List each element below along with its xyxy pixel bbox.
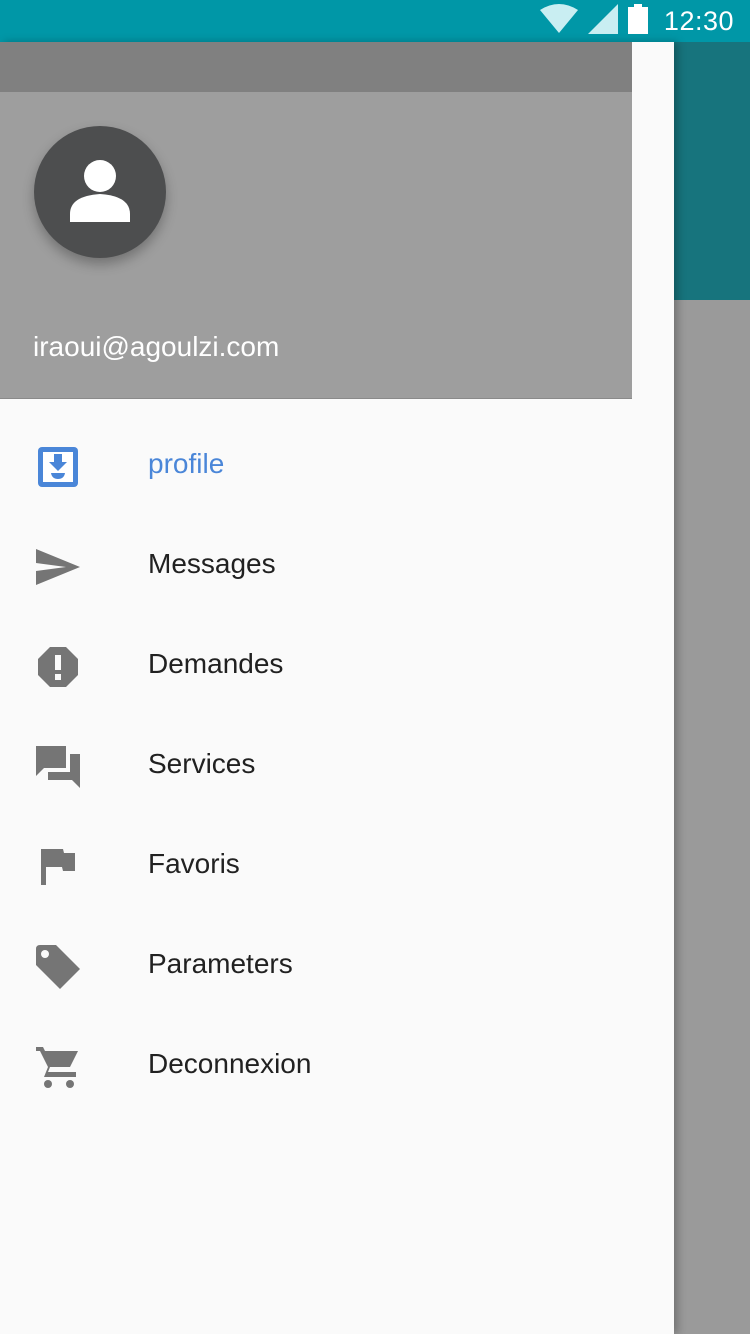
menu-item-label: Messages xyxy=(148,548,276,579)
user-email: iraoui@agoulzi.com xyxy=(33,331,280,362)
report-icon xyxy=(34,643,82,691)
navigation-drawer: iraoui@agoulzi.com profile Messages Dema… xyxy=(0,42,674,1334)
status-icons: 12:30 xyxy=(539,0,734,42)
send-icon xyxy=(34,543,82,591)
drawer-menu: profile Messages Demandes Services Favor… xyxy=(0,415,674,1115)
flag-icon xyxy=(34,843,82,891)
battery-icon xyxy=(627,3,648,39)
menu-item-label: Favoris xyxy=(148,848,240,879)
person-icon xyxy=(70,158,130,227)
drawer-header-top-band xyxy=(0,42,632,92)
menu-item-label: Parameters xyxy=(148,948,293,979)
menu-item-label: profile xyxy=(148,448,225,479)
menu-item-services[interactable]: Services xyxy=(0,715,674,815)
avatar[interactable] xyxy=(34,126,166,258)
status-time: 12:30 xyxy=(663,5,734,36)
drawer-header: iraoui@agoulzi.com xyxy=(0,42,632,399)
menu-item-label: Services xyxy=(148,748,256,779)
menu-item-parameters[interactable]: Parameters xyxy=(0,915,674,1015)
menu-item-profile[interactable]: profile xyxy=(0,415,674,515)
menu-item-deconnexion[interactable]: Deconnexion xyxy=(0,1015,674,1115)
cell-signal-icon xyxy=(587,3,618,39)
shopping-cart-icon xyxy=(34,1043,82,1091)
menu-item-demandes[interactable]: Demandes xyxy=(0,615,674,715)
forum-icon xyxy=(34,743,82,791)
move-to-inbox-icon xyxy=(34,443,82,491)
status-bar: 12:30 xyxy=(0,0,750,42)
menu-item-label: Deconnexion xyxy=(148,1048,312,1079)
menu-item-label: Demandes xyxy=(148,648,284,679)
label-tag-icon xyxy=(34,943,82,991)
menu-item-messages[interactable]: Messages xyxy=(0,515,674,615)
menu-item-favoris[interactable]: Favoris xyxy=(0,815,674,915)
wifi-icon xyxy=(539,3,578,39)
